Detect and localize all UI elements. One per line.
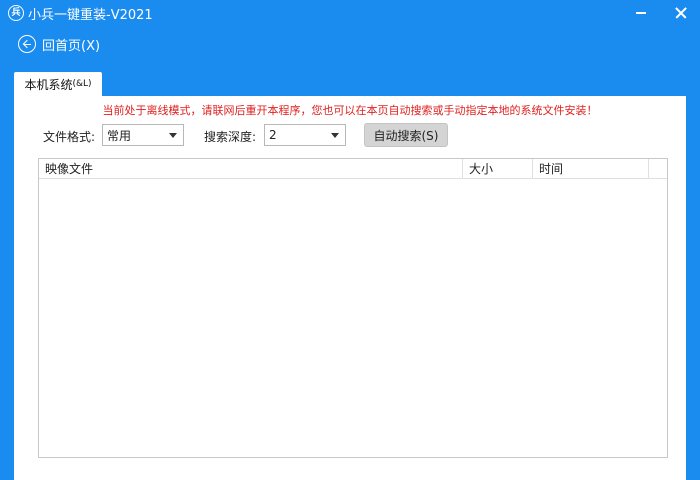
auto-search-button[interactable]: 自动搜索(S) bbox=[364, 123, 448, 147]
window-title: 小兵一键重装-V2021 bbox=[28, 7, 153, 23]
title-bar: 兵 小兵一键重装-V2021 bbox=[0, 0, 700, 26]
back-arrow-icon bbox=[18, 35, 36, 53]
search-depth-value: 2 bbox=[269, 128, 277, 142]
content-panel: 当前处于离线模式，请联网后重开本程序，您也可以在本页自动搜索或手动指定本地的系统… bbox=[14, 96, 686, 480]
column-header-file[interactable]: 映像文件 bbox=[39, 159, 463, 178]
back-home-label: 回首页(X) bbox=[42, 38, 101, 54]
file-format-label: 文件格式: bbox=[43, 130, 96, 144]
table-header: 映像文件 大小 时间 bbox=[39, 159, 667, 179]
window-controls bbox=[632, 0, 690, 26]
tab-label: 本机系统 bbox=[24, 77, 73, 92]
app-logo-icon: 兵 bbox=[8, 5, 24, 21]
close-icon[interactable] bbox=[672, 4, 690, 22]
minimize-icon[interactable] bbox=[632, 4, 650, 22]
image-file-table[interactable]: 映像文件 大小 时间 bbox=[38, 158, 668, 458]
tab-shortcut: (&L) bbox=[72, 79, 92, 89]
tab-local-system[interactable]: 本机系统 (&L) bbox=[14, 72, 102, 96]
file-format-select[interactable]: 常用 bbox=[102, 124, 184, 146]
back-bar: 回首页(X) bbox=[0, 26, 700, 62]
column-header-filler bbox=[649, 159, 667, 178]
chevron-down-icon bbox=[169, 133, 177, 138]
chevron-down-icon bbox=[331, 133, 339, 138]
file-format-value: 常用 bbox=[107, 128, 132, 143]
back-home-button[interactable]: 回首页(X) bbox=[18, 35, 100, 54]
offline-notice: 当前处于离线模式，请联网后重开本程序，您也可以在本页自动搜索或手动指定本地的系统… bbox=[102, 104, 598, 117]
column-header-time[interactable]: 时间 bbox=[533, 159, 649, 178]
search-depth-label: 搜索深度: bbox=[204, 130, 257, 144]
search-depth-select[interactable]: 2 bbox=[264, 124, 346, 146]
column-header-size[interactable]: 大小 bbox=[463, 159, 533, 178]
